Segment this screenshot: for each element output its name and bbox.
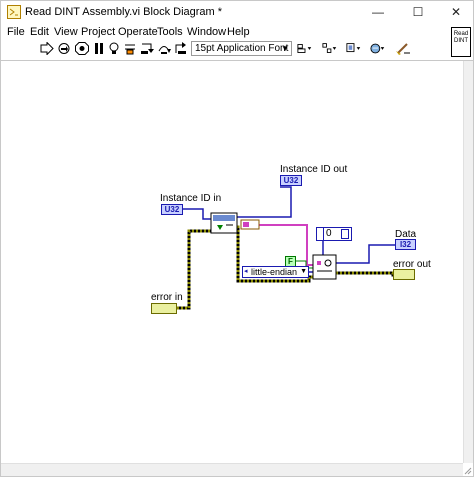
vertical-scrollbar[interactable] [463, 61, 473, 463]
error-out-indicator[interactable] [393, 269, 415, 280]
error-in-control[interactable] [151, 303, 177, 314]
array-index-box [341, 229, 349, 239]
error-in-label: error in [151, 292, 183, 303]
instance-id-in-label: Instance ID in [160, 193, 222, 204]
resize-grip-icon[interactable] [463, 464, 473, 476]
enum-decrement-icon: ◂ [244, 268, 248, 275]
instance-id-out-indicator[interactable]: U32 [280, 175, 302, 186]
instance-id-out-label: Instance ID out [280, 164, 348, 175]
data-indicator[interactable]: I32 [395, 239, 416, 250]
data-conversion-icon[interactable] [240, 219, 260, 230]
unflatten-from-string-icon[interactable] [312, 254, 337, 280]
numeric-constant-value: 0 [326, 228, 332, 239]
chevron-down-icon: ▼ [300, 268, 307, 275]
endian-value: little-endian [251, 267, 298, 277]
endian-enum-constant[interactable]: ◂ little-endian ▼ [242, 266, 309, 278]
block-diagram-window: Read DINT Assembly.vi Block Diagram * — … [0, 0, 474, 477]
read-node-icon[interactable] [210, 212, 238, 234]
horizontal-scrollbar[interactable] [1, 463, 463, 476]
instance-id-in-control[interactable]: U32 [161, 204, 183, 215]
numeric-constant-radix [319, 228, 324, 240]
zero-constant[interactable]: 0 [316, 227, 352, 241]
